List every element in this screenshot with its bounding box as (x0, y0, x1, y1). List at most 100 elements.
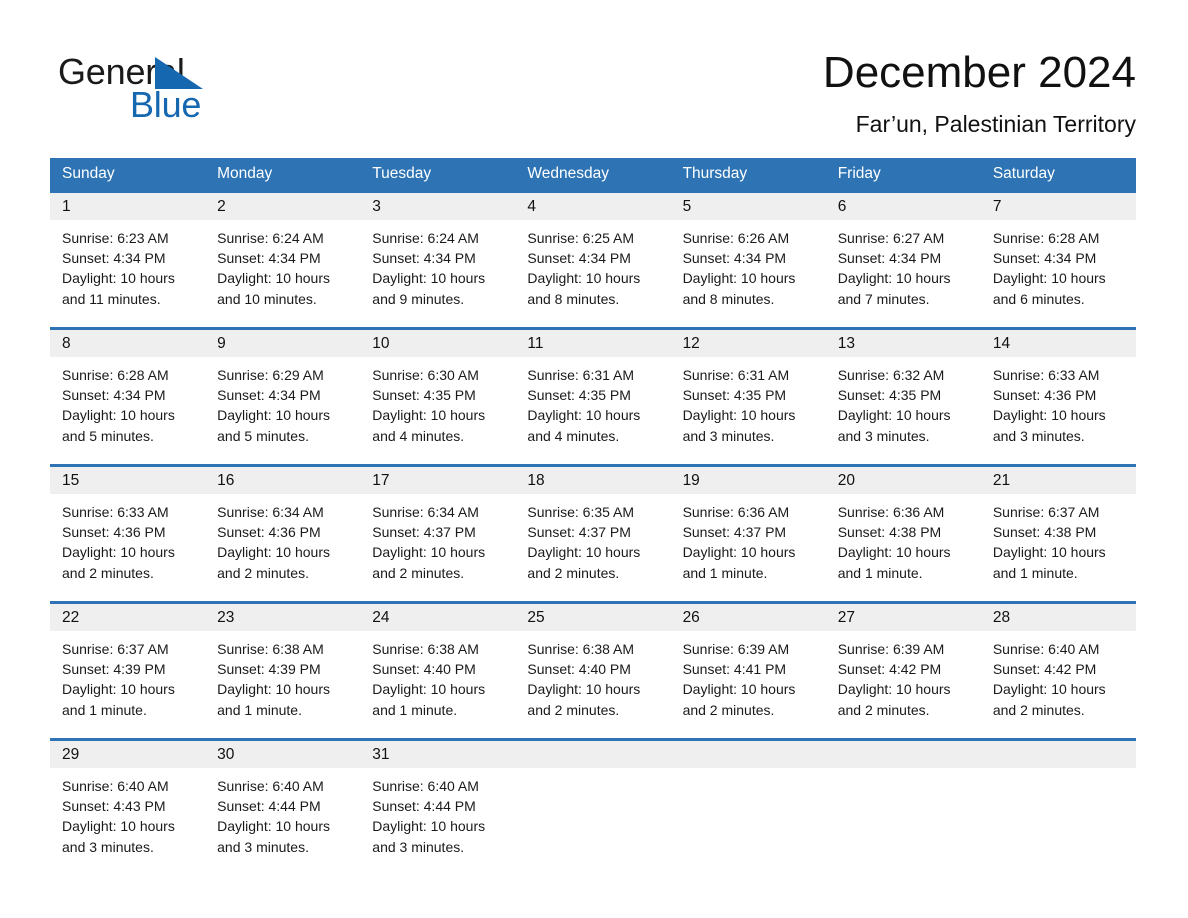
daylight-line-2: and 2 minutes. (217, 564, 309, 581)
day-number[interactable]: 31 (360, 741, 515, 768)
day-cell[interactable]: Sunrise: 6:37 AM Sunset: 4:38 PM Dayligh… (981, 494, 1136, 601)
day-number[interactable]: 9 (205, 330, 360, 357)
day-cell-empty (515, 768, 670, 875)
sunrise-line: Sunrise: 6:30 AM (372, 367, 479, 383)
generalblue-logo[interactable]: General Blue (58, 52, 318, 125)
day-cell[interactable]: Sunrise: 6:28 AM Sunset: 4:34 PM Dayligh… (50, 357, 205, 464)
day-cell[interactable]: Sunrise: 6:26 AM Sunset: 4:34 PM Dayligh… (671, 220, 826, 327)
sunrise-line: Sunrise: 6:33 AM (62, 504, 169, 520)
sunset-line: Sunset: 4:34 PM (837, 250, 942, 267)
day-cell[interactable]: Sunrise: 6:31 AM Sunset: 4:35 PM Dayligh… (515, 357, 670, 464)
day-number[interactable]: 15 (50, 467, 205, 494)
day-number[interactable]: 16 (205, 467, 360, 494)
daylight-line-2: and 1 minute. (837, 564, 923, 581)
daylight-line-2: and 2 minutes. (62, 564, 154, 581)
daylight-line-1: Daylight: 10 hours (217, 818, 330, 835)
day-cell[interactable]: Sunrise: 6:37 AM Sunset: 4:39 PM Dayligh… (50, 631, 205, 738)
day-cell[interactable]: Sunrise: 6:40 AM Sunset: 4:44 PM Dayligh… (360, 768, 515, 875)
day-cell[interactable]: Sunrise: 6:27 AM Sunset: 4:34 PM Dayligh… (826, 220, 981, 327)
sunrise-line: Sunrise: 6:39 AM (837, 641, 945, 657)
day-cell[interactable]: Sunrise: 6:29 AM Sunset: 4:34 PM Dayligh… (205, 357, 360, 464)
sunrise-line: Sunrise: 6:24 AM (217, 230, 324, 246)
daylight-line-2: and 5 minutes. (217, 427, 309, 444)
day-number[interactable]: 4 (515, 193, 670, 220)
day-cell[interactable]: Sunrise: 6:40 AM Sunset: 4:42 PM Dayligh… (981, 631, 1136, 738)
sunrise-line: Sunrise: 6:28 AM (992, 230, 1100, 246)
day-detail-row: Sunrise: 6:28 AM Sunset: 4:34 PM Dayligh… (50, 357, 1136, 464)
daylight-line-2: and 4 minutes. (372, 427, 465, 444)
daylight-line-1: Daylight: 10 hours (837, 544, 951, 561)
day-cell[interactable]: Sunrise: 6:24 AM Sunset: 4:34 PM Dayligh… (205, 220, 360, 327)
day-number[interactable]: 10 (360, 330, 515, 357)
day-number[interactable]: 28 (981, 604, 1136, 631)
day-number[interactable]: 8 (50, 330, 205, 357)
daylight-line-1: Daylight: 10 hours (62, 681, 175, 698)
day-number[interactable]: 7 (981, 193, 1136, 220)
sunrise-line: Sunrise: 6:33 AM (992, 367, 1100, 383)
sunrise-line: Sunrise: 6:31 AM (527, 367, 635, 383)
day-number[interactable]: 20 (826, 467, 981, 494)
day-number[interactable]: 26 (671, 604, 826, 631)
day-cell[interactable]: Sunrise: 6:38 AM Sunset: 4:39 PM Dayligh… (205, 631, 360, 738)
day-number[interactable]: 12 (671, 330, 826, 357)
day-number[interactable]: 2 (205, 193, 360, 220)
day-cell[interactable]: Sunrise: 6:36 AM Sunset: 4:37 PM Dayligh… (671, 494, 826, 601)
day-number[interactable]: 3 (360, 193, 515, 220)
sunrise-line: Sunrise: 6:28 AM (62, 367, 169, 383)
daylight-line-1: Daylight: 10 hours (682, 270, 796, 287)
day-number[interactable]: 11 (515, 330, 670, 357)
daylight-line-2: and 2 minutes. (837, 701, 930, 718)
day-cell[interactable]: Sunrise: 6:32 AM Sunset: 4:35 PM Dayligh… (826, 357, 981, 464)
day-cell[interactable]: Sunrise: 6:34 AM Sunset: 4:36 PM Dayligh… (205, 494, 360, 601)
day-cell[interactable]: Sunrise: 6:25 AM Sunset: 4:34 PM Dayligh… (515, 220, 670, 327)
daylight-line-1: Daylight: 10 hours (217, 407, 330, 424)
day-cell[interactable]: Sunrise: 6:39 AM Sunset: 4:42 PM Dayligh… (826, 631, 981, 738)
day-cell[interactable]: Sunrise: 6:35 AM Sunset: 4:37 PM Dayligh… (515, 494, 670, 601)
day-cell[interactable]: Sunrise: 6:33 AM Sunset: 4:36 PM Dayligh… (50, 494, 205, 601)
day-number[interactable]: 17 (360, 467, 515, 494)
daylight-line-1: Daylight: 10 hours (372, 270, 486, 287)
daylight-line-2: and 6 minutes. (992, 290, 1085, 307)
day-number[interactable]: 27 (826, 604, 981, 631)
day-number[interactable]: 14 (981, 330, 1136, 357)
day-number[interactable]: 21 (981, 467, 1136, 494)
sunrise-line: Sunrise: 6:37 AM (62, 641, 169, 657)
day-cell[interactable]: Sunrise: 6:24 AM Sunset: 4:34 PM Dayligh… (360, 220, 515, 327)
day-number[interactable]: 18 (515, 467, 670, 494)
day-cell[interactable]: Sunrise: 6:38 AM Sunset: 4:40 PM Dayligh… (360, 631, 515, 738)
sunset-line: Sunset: 4:36 PM (217, 524, 321, 541)
day-cell[interactable]: Sunrise: 6:33 AM Sunset: 4:36 PM Dayligh… (981, 357, 1136, 464)
sunrise-line: Sunrise: 6:40 AM (992, 641, 1100, 657)
day-cell[interactable]: Sunrise: 6:38 AM Sunset: 4:40 PM Dayligh… (515, 631, 670, 738)
day-number[interactable]: 19 (671, 467, 826, 494)
day-cell[interactable]: Sunrise: 6:23 AM Sunset: 4:34 PM Dayligh… (50, 220, 205, 327)
day-number[interactable]: 23 (205, 604, 360, 631)
day-number[interactable]: 5 (671, 193, 826, 220)
day-cell[interactable]: Sunrise: 6:30 AM Sunset: 4:35 PM Dayligh… (360, 357, 515, 464)
day-number[interactable]: 30 (205, 741, 360, 768)
sunrise-line: Sunrise: 6:23 AM (62, 230, 169, 246)
day-number[interactable]: 25 (515, 604, 670, 631)
day-number[interactable]: 29 (50, 741, 205, 768)
day-number[interactable]: 1 (50, 193, 205, 220)
day-cell[interactable]: Sunrise: 6:31 AM Sunset: 4:35 PM Dayligh… (671, 357, 826, 464)
sunset-line: Sunset: 4:43 PM (62, 798, 166, 815)
day-cell[interactable]: Sunrise: 6:39 AM Sunset: 4:41 PM Dayligh… (671, 631, 826, 738)
calendar-page: General Blue December 2024 Far’un, Pales… (0, 0, 1188, 918)
sunset-line: Sunset: 4:39 PM (62, 661, 166, 678)
daylight-line-2: and 8 minutes. (682, 290, 775, 307)
day-number[interactable]: 13 (826, 330, 981, 357)
daylight-line-1: Daylight: 10 hours (527, 544, 641, 561)
day-cell[interactable]: Sunrise: 6:28 AM Sunset: 4:34 PM Dayligh… (981, 220, 1136, 327)
daylight-line-1: Daylight: 10 hours (217, 544, 330, 561)
daylight-line-1: Daylight: 10 hours (62, 270, 175, 287)
day-cell[interactable]: Sunrise: 6:36 AM Sunset: 4:38 PM Dayligh… (826, 494, 981, 601)
daylight-line-2: and 1 minute. (217, 701, 302, 718)
day-number[interactable]: 24 (360, 604, 515, 631)
day-cell[interactable]: Sunrise: 6:34 AM Sunset: 4:37 PM Dayligh… (360, 494, 515, 601)
day-number[interactable]: 22 (50, 604, 205, 631)
day-number[interactable]: 6 (826, 193, 981, 220)
day-cell[interactable]: Sunrise: 6:40 AM Sunset: 4:44 PM Dayligh… (205, 768, 360, 875)
sunrise-line: Sunrise: 6:27 AM (837, 230, 945, 246)
day-cell[interactable]: Sunrise: 6:40 AM Sunset: 4:43 PM Dayligh… (50, 768, 205, 875)
